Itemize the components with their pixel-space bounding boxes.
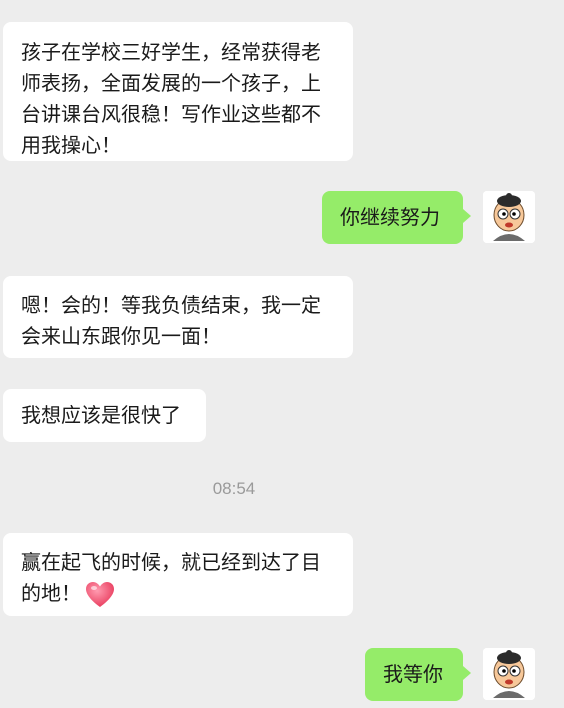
message-bubble-outgoing[interactable]: 我等你 [365,648,471,701]
message-bubble-incoming[interactable]: 赢在起飞的时候，就已经到达了目的地！ [3,533,353,616]
message-bubble-outgoing[interactable]: 你继续努力 [322,191,471,244]
cartoon-boy-avatar-icon [483,191,535,243]
message-text: 我等你 [383,662,443,686]
message-text: 嗯！会的！等我负债结束，我一定会来山东跟你见一面！ [21,293,321,348]
message-text: 赢在起飞的时候，就已经到达了目的地！ [21,550,321,605]
message-text: 你继续努力 [340,205,440,229]
message-bubble-incoming[interactable]: 我想应该是很快了 [3,389,206,442]
timestamp: 08:54 [212,479,256,498]
message-text: 孩子在学校三好学生，经常获得老师表扬，全面发展的一个孩子，上台讲课台风很稳！写作… [21,40,321,157]
avatar[interactable] [483,191,535,243]
message-text: 我想应该是很快了 [21,403,181,427]
message-bubble-incoming[interactable]: 孩子在学校三好学生，经常获得老师表扬，全面发展的一个孩子，上台讲课台风很稳！写作… [3,22,353,161]
message-bubble-incoming[interactable]: 嗯！会的！等我负债结束，我一定会来山东跟你见一面！ [3,276,353,358]
cartoon-boy-avatar-icon [483,648,535,700]
avatar[interactable] [483,648,535,700]
heart-icon [85,581,115,609]
